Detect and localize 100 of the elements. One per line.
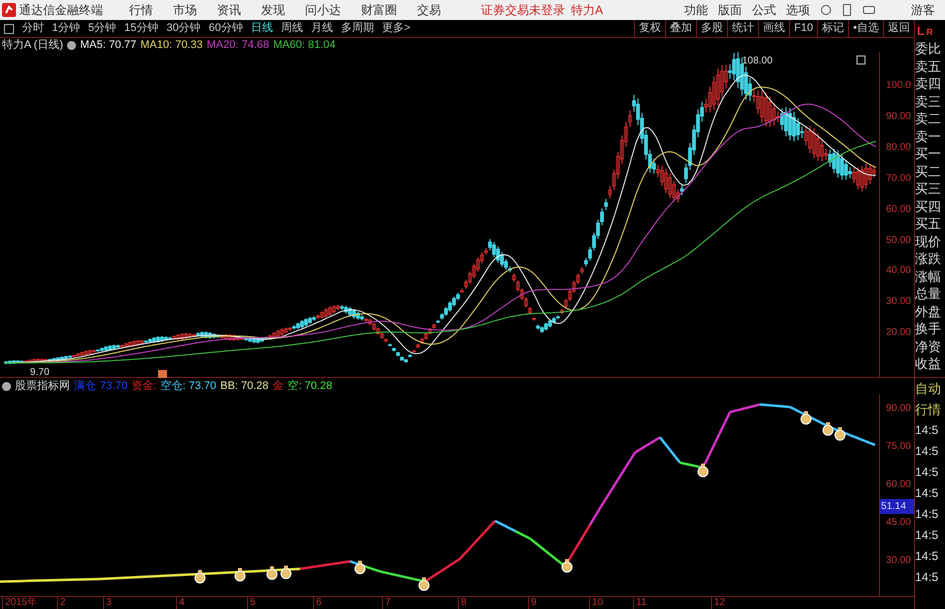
high-price-label: 108.00 <box>742 55 773 66</box>
quote-label: 收益 <box>915 355 942 372</box>
toolbar-button[interactable]: 复权 <box>634 20 666 37</box>
chart-title: 特力A (日线) <box>2 38 64 53</box>
menu-item[interactable]: 选项 <box>781 1 815 19</box>
quote-label: 买二 <box>915 162 942 180</box>
tick-time: 14:5 <box>915 443 940 460</box>
quote-label: 总量 <box>915 285 942 302</box>
axis-label: 90.00 <box>886 110 911 124</box>
user-label[interactable]: 游客 <box>911 1 935 19</box>
indicator-value: 金 <box>272 378 284 394</box>
panel-tab[interactable]: 行情 <box>915 399 945 420</box>
toolbar-button[interactable]: F10 <box>789 20 818 37</box>
axis-label: 90.00 <box>886 402 911 416</box>
axis-label: 11 <box>633 597 646 609</box>
axis-label: 9 <box>528 597 537 609</box>
axis-label: 2 <box>57 597 66 609</box>
quote-label: 涨跌 <box>915 250 942 268</box>
menu-item[interactable]: 功能 <box>679 1 713 19</box>
quote-label: 买四 <box>915 198 942 215</box>
axis-label: 7 <box>382 597 391 609</box>
tick-time: 14:5 <box>915 485 940 502</box>
tick-time: 14:5 <box>915 422 940 439</box>
menu-item[interactable]: 财富圈 <box>351 1 407 19</box>
quote-label: 买一 <box>915 145 942 162</box>
indicator-value: MA10: 70.33 <box>140 38 203 53</box>
tick-time: 14:5 <box>915 569 940 586</box>
quote-label: 卖二 <box>915 110 942 128</box>
quote-label: 净资 <box>915 338 942 355</box>
panel-tab[interactable]: L <box>917 24 924 38</box>
toolbar-button[interactable]: 标记 <box>817 20 848 37</box>
axis-label: 60.00 <box>886 478 911 492</box>
period-tab[interactable]: 30分钟 <box>162 20 205 37</box>
menu-item[interactable]: 发现 <box>251 1 295 19</box>
quote-label: 现价 <box>915 232 942 250</box>
axis-label: 50.00 <box>886 234 911 248</box>
period-tab[interactable]: 多周期 <box>337 20 378 37</box>
axis-label: 8 <box>458 597 467 609</box>
axis-label: 10 <box>589 597 604 609</box>
toolbar-button[interactable]: •自选 <box>848 20 883 37</box>
menu-item[interactable]: 交易 <box>407 1 451 19</box>
axis-label: 6 <box>313 597 322 609</box>
panel-tab[interactable]: R <box>926 26 933 38</box>
axis-label: 75.00 <box>886 440 911 454</box>
axis-label: 60.00 <box>886 202 911 217</box>
period-tab[interactable]: 1分钟 <box>48 20 84 37</box>
indicator-value: 空仓: 73.70 <box>160 378 216 394</box>
login-notice: 证券交易未登录 <box>481 2 565 19</box>
period-tab[interactable]: 分时 <box>18 20 48 37</box>
quote-label: 买三 <box>915 180 942 198</box>
tick-time: 14:5 <box>915 464 940 481</box>
app-title: 通达信金融终端 <box>19 2 103 19</box>
indicator-value: 空: 70.28 <box>288 378 332 394</box>
toolbar-button[interactable]: 返回 <box>883 20 914 37</box>
indicator-value: 资金: <box>132 378 157 394</box>
menu-item[interactable]: 市场 <box>163 1 207 19</box>
menu-item[interactable]: 行情 <box>119 1 163 19</box>
quote-label: 卖五 <box>915 58 942 75</box>
indicator-value: 73.70 <box>100 378 128 394</box>
menu-item[interactable]: 公式 <box>747 1 781 19</box>
quote-label: 买五 <box>915 215 942 232</box>
axis-label: 70.00 <box>886 172 911 186</box>
axis-label: 80.00 <box>886 140 911 155</box>
stock-name: 特力A <box>571 2 604 19</box>
indicator-value: 满仓 <box>74 378 96 394</box>
toolbar-button[interactable]: 多股 <box>696 20 728 37</box>
period-tab[interactable]: 60分钟 <box>204 20 247 37</box>
toolbar-button[interactable]: 画线 <box>758 20 790 37</box>
axis-label: 12 <box>711 597 726 609</box>
current-value-badge: 51.14 <box>880 499 914 514</box>
period-tab[interactable]: 5分钟 <box>84 20 120 37</box>
axis-label: 4 <box>176 597 185 609</box>
menu-item[interactable]: 问小达 <box>295 1 351 19</box>
menu-item[interactable]: 版面 <box>713 1 747 19</box>
period-tab[interactable]: 15分钟 <box>120 20 162 37</box>
toolbar-button[interactable]: 叠加 <box>665 20 696 37</box>
axis-label: 2015年 <box>2 597 38 609</box>
toolbar-button[interactable]: 统计 <box>727 20 758 37</box>
axis-label: 45.00 <box>886 516 911 530</box>
axis-label: 30.00 <box>886 554 911 568</box>
low-price-label: 9.70 <box>30 367 50 378</box>
axis-label: 30.00 <box>886 295 911 310</box>
axis-label: 3 <box>103 597 112 609</box>
axis-label: 100.0 <box>886 79 911 93</box>
quote-label: 卖三 <box>915 92 942 110</box>
period-tab[interactable]: 更多> <box>378 20 414 37</box>
period-tab[interactable]: 月线 <box>307 20 337 37</box>
menu-item[interactable]: 资讯 <box>207 1 251 19</box>
quote-label: 委比 <box>915 40 942 58</box>
indicator-value: BB: 70.28 <box>220 378 269 394</box>
indicator-value: MA60: 81.04 <box>273 38 336 53</box>
indicator-title: 股票指标网 <box>15 378 70 394</box>
panel-tab[interactable]: 自动 <box>915 378 945 399</box>
quote-label: 外盘 <box>915 302 942 320</box>
quote-label: 卖四 <box>915 75 942 92</box>
quote-label: 换手 <box>915 320 942 338</box>
period-tab[interactable]: 日线 <box>247 20 277 37</box>
period-tab[interactable]: 周线 <box>277 20 307 37</box>
quote-label: 卖一 <box>915 128 942 145</box>
quote-label: 涨幅 <box>915 268 942 285</box>
